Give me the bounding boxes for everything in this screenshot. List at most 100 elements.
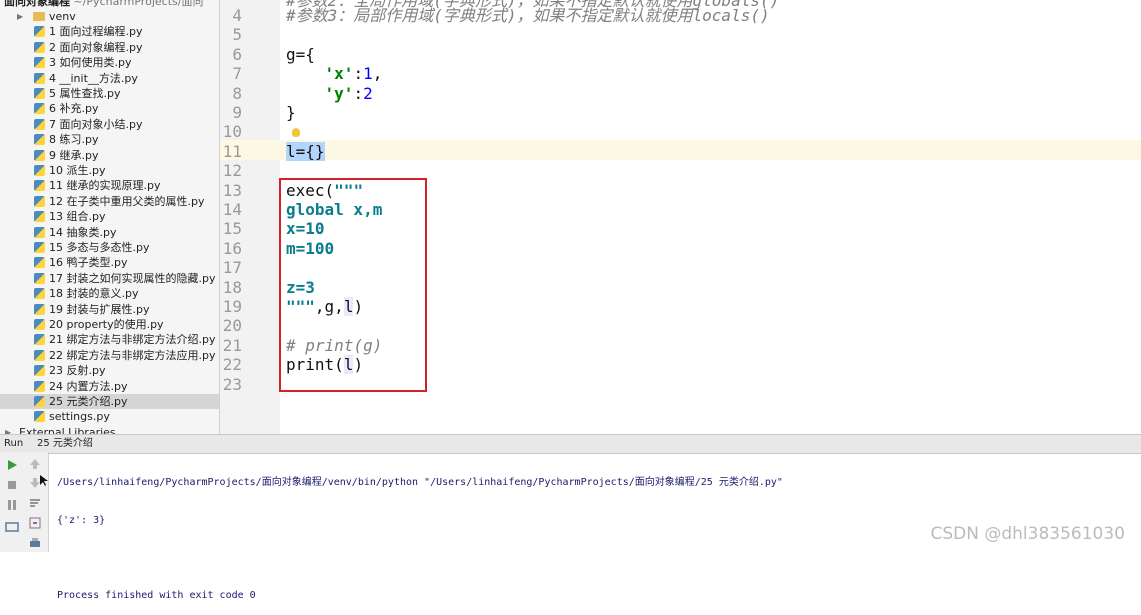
python-file-icon	[34, 26, 45, 38]
python-file-icon	[34, 88, 45, 99]
python-file-icon	[34, 180, 45, 192]
python-file-icon	[34, 195, 45, 207]
tree-item[interactable]: 3 如何使用类.py	[0, 55, 219, 70]
python-file-icon	[34, 41, 45, 53]
line-number: 21	[222, 335, 242, 355]
console-output[interactable]: /Users/linhaifeng/PycharmProjects/面向对象编程…	[57, 452, 783, 615]
current-line-highlight	[220, 140, 1141, 160]
python-file-icon	[34, 211, 45, 223]
print-icon[interactable]	[28, 536, 42, 550]
code-line: 'x':1,	[324, 64, 383, 84]
line-number: 10	[222, 122, 242, 142]
tree-item-label: 14 抽象类.py	[49, 225, 117, 239]
tree-item-label: 13 组合.py	[49, 210, 106, 224]
python-file-icon	[34, 103, 45, 115]
up-arrow-icon[interactable]	[28, 457, 42, 471]
tree-item-label: venv	[49, 10, 76, 23]
console-line: Process finished with exit code 0	[57, 589, 256, 601]
mouse-cursor-icon	[40, 475, 48, 486]
run-config-tab[interactable]: 25 元类介绍	[37, 435, 93, 452]
code-line: l={}	[286, 141, 325, 161]
line-number: 15	[222, 219, 242, 239]
expand-arrow-icon[interactable]: ▶	[5, 425, 11, 434]
tree-item-label: 5 属性查找.py	[49, 87, 121, 100]
tree-item[interactable]: 6 补充.py	[0, 101, 219, 116]
console-line: /Users/linhaifeng/PycharmProjects/面向对象编程…	[57, 477, 783, 488]
project-path: ~/PycharmProjects/面向	[73, 0, 204, 8]
line-number: 16	[222, 238, 242, 258]
tree-item-label: 3 如何使用类.py	[49, 56, 132, 70]
tree-item[interactable]: 11 继承的实现原理.py	[0, 178, 219, 193]
tree-item-label: 19 封装与扩展性.py	[49, 302, 150, 316]
tree-item[interactable]: 25 元类介绍.py	[0, 394, 219, 410]
python-file-icon	[34, 165, 45, 176]
tree-item[interactable]: 10 派生.py	[0, 163, 219, 178]
tree-item[interactable]: 24 内置方法.py	[0, 379, 219, 394]
tree-item[interactable]: 18 封装的意义.py	[0, 286, 219, 301]
lightbulb-icon[interactable]	[292, 128, 300, 137]
expand-arrow-icon[interactable]: ▶	[17, 9, 23, 24]
tree-item[interactable]: 1 面向过程编程.py	[0, 24, 219, 39]
tree-item[interactable]: 7 面向对象小结.py	[0, 117, 219, 132]
tree-item[interactable]: 12 在子类中重用父类的属性.py	[0, 194, 219, 209]
tree-item-label: 6 补充.py	[49, 102, 99, 116]
annotation-box	[279, 178, 427, 392]
soft-wrap-icon[interactable]	[28, 496, 42, 510]
code-line: g={	[286, 44, 315, 64]
line-number: 19	[222, 297, 242, 316]
python-file-icon	[34, 411, 45, 423]
run-toolwindow-header: Run 25 元类介绍	[0, 434, 1141, 454]
tree-item-label: 18 封装的意义.py	[49, 287, 139, 301]
python-file-icon	[34, 257, 45, 269]
pause-icon[interactable]	[5, 498, 19, 512]
tree-item[interactable]: 5 属性查找.py	[0, 86, 219, 101]
tree-item-label: 4 __init__方法.py	[49, 71, 138, 85]
tree-item[interactable]: 17 封装之如何实现属性的隐藏.py	[0, 271, 219, 286]
tree-item[interactable]: settings.py	[0, 409, 219, 424]
tree-item[interactable]: 20 property的使用.py	[0, 317, 219, 332]
project-name: 面向对象编程	[4, 0, 70, 8]
tree-item[interactable]: 22 绑定方法与非绑定方法应用.py	[0, 348, 219, 363]
tree-item-label: 10 派生.py	[49, 164, 106, 177]
tree-item[interactable]: 14 抽象类.py	[0, 225, 219, 240]
tree-item[interactable]: ▶ venv	[0, 9, 219, 24]
tree-item-label: 24 内置方法.py	[49, 379, 128, 393]
console-line: {'z': 3}	[57, 514, 106, 526]
tree-item-label: 20 property的使用.py	[49, 318, 164, 331]
tree-item[interactable]: ▶ External Libraries	[0, 425, 219, 434]
tree-item-label: 1 面向过程编程.py	[49, 25, 143, 39]
python-file-icon	[34, 288, 45, 300]
code-line: 'y':2	[324, 83, 373, 103]
tree-item-label: 17 封装之如何实现属性的隐藏.py	[49, 271, 216, 285]
tree-item-label: 23 反射.py	[49, 364, 106, 378]
tree-item[interactable]: 21 绑定方法与非绑定方法介绍.py	[0, 332, 219, 347]
line-number: 20	[222, 316, 242, 336]
python-file-icon	[34, 349, 45, 361]
tree-item[interactable]: 4 __init__方法.py	[0, 71, 219, 86]
tree-item-label: 2 面向对象编程.py	[49, 40, 143, 54]
project-root[interactable]: 面向对象编程 ~/PycharmProjects/面向	[4, 0, 203, 9]
run-label: Run	[4, 438, 24, 449]
tree-item[interactable]: 2 面向对象编程.py	[0, 40, 219, 55]
layout-icon[interactable]	[5, 520, 19, 534]
tree-item[interactable]: 23 反射.py	[0, 363, 219, 378]
tree-item[interactable]: 9 继承.py	[0, 148, 219, 163]
tree-item[interactable]: 13 组合.py	[0, 209, 219, 224]
run-toolbar	[0, 452, 49, 552]
tree-item[interactable]: 8 练习.py	[0, 132, 219, 147]
python-file-icon	[34, 396, 45, 407]
tree-item-label: settings.py	[49, 410, 110, 424]
stop-icon[interactable]	[5, 478, 19, 492]
python-file-icon	[34, 57, 45, 69]
line-number: 14	[222, 200, 242, 219]
tree-item[interactable]: 15 多态与多态性.py	[0, 240, 219, 255]
tree-item[interactable]: 16 鸭子类型.py	[0, 255, 219, 270]
tree-item[interactable]: 19 封装与扩展性.py	[0, 302, 219, 317]
tree-item-label: 15 多态与多态性.py	[49, 241, 150, 254]
tree-item-label: 25 元类介绍.py	[49, 395, 128, 408]
scroll-to-end-icon[interactable]	[28, 516, 42, 530]
python-file-icon	[34, 272, 45, 284]
tree-item-label: 21 绑定方法与非绑定方法介绍.py	[49, 333, 216, 347]
python-file-icon	[34, 226, 45, 238]
rerun-icon[interactable]	[5, 458, 19, 472]
